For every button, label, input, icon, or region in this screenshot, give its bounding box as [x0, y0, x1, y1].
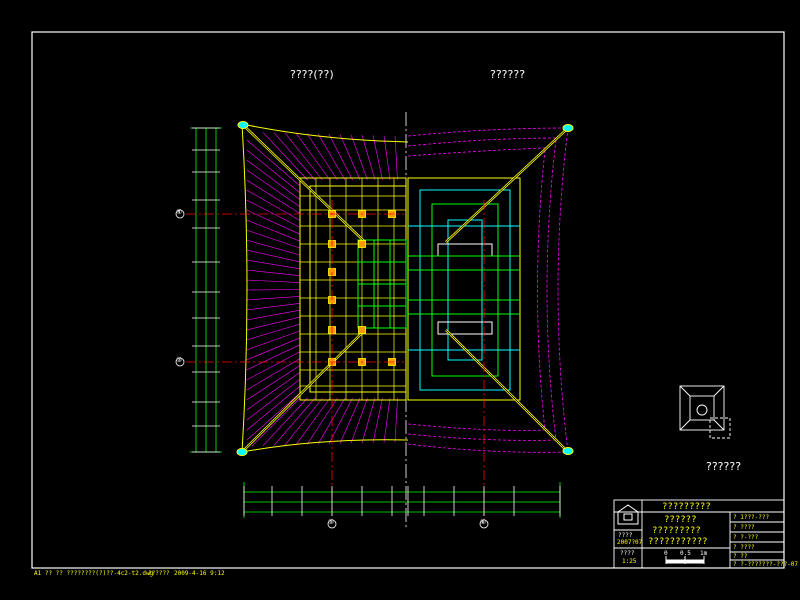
detail-label: ?????? [706, 460, 742, 473]
titleblock-row-4: ? ???? [733, 544, 755, 551]
rafter-line [246, 344, 301, 371]
rafter-line [246, 296, 301, 301]
plan-left-title: ????(??) [290, 68, 334, 81]
rafter-line [372, 397, 383, 443]
rafter-line [246, 337, 301, 361]
rafter-line [361, 397, 376, 444]
rafter-line [339, 397, 361, 444]
scale-tick-half: 0.5 [680, 550, 691, 557]
rafter-line [246, 159, 301, 201]
rafter-line [361, 134, 376, 181]
bottom-dim-ticks [243, 486, 561, 516]
key-plan [679, 385, 731, 439]
rafter-line [246, 249, 301, 263]
rafter-line [246, 351, 301, 381]
left-dimension-chain [190, 127, 222, 453]
rafter-line [246, 303, 301, 311]
rafter-line [372, 135, 383, 181]
axis-marker-left-upper: ④ [176, 208, 183, 216]
rafter-line [246, 330, 301, 351]
rafter-line [394, 135, 398, 181]
titleblock-left-bottom-1: ???? [620, 550, 635, 557]
rafter-line [246, 259, 301, 270]
status-bar-middle: ?????? [148, 570, 170, 577]
rafter-line [246, 323, 301, 341]
rafter-line [339, 134, 361, 181]
titleblock-project-line-2: ????????? [652, 526, 701, 536]
rafter-line [246, 229, 301, 249]
title-block-logo [617, 504, 639, 525]
rafter-line [306, 397, 338, 445]
rafter-line [246, 179, 301, 214]
status-bar-right: 2009-4-16 9:12 [174, 570, 225, 577]
structure-right [407, 177, 521, 401]
titleblock-row-6: ? ?-???????-???-07 [733, 561, 799, 568]
rafter-line [246, 279, 301, 283]
rafter-line [246, 239, 301, 256]
scale-tick-0: 0 [664, 550, 668, 557]
rafter-line [273, 397, 316, 446]
titleblock-left-top-2: 2007?07 [617, 539, 643, 546]
titleblock-project-line-3: ??????????? [648, 537, 708, 547]
titleblock-project-line-1: ?????? [664, 515, 697, 525]
titleblock-left-top-1: ???? [618, 532, 633, 539]
column-marker [358, 240, 366, 248]
rafter-line [383, 135, 391, 181]
axis-marker-bottom-left: ⑤ [328, 518, 335, 526]
titleblock-header: ????????? [662, 502, 711, 512]
rafter-line [394, 397, 398, 443]
plan-right-title: ?????? [490, 68, 526, 81]
rafter-line [246, 392, 301, 441]
titleblock-row-1: ? 1???-??? [733, 514, 770, 521]
rafter-line [383, 397, 391, 443]
axis-marker-left-lower: ③ [176, 356, 183, 364]
titleblock-row-3: ? ?-??? [733, 534, 759, 541]
rafter-line [245, 289, 301, 291]
column-marker [358, 326, 366, 334]
rafter-line [246, 269, 301, 276]
rafter-line [350, 397, 368, 444]
rafter-line [246, 365, 301, 401]
rafter-lines-left [245, 131, 398, 447]
rafter-line [246, 309, 301, 321]
rafter-line [284, 132, 323, 181]
titleblock-row-2: ? ???? [733, 524, 755, 531]
green-grid-center [357, 239, 407, 329]
titleblock-row-5: ? ?? [733, 553, 748, 560]
status-bar-left: A1 ?? ?? ????????(?)??-4c2-t2.dwg [34, 570, 154, 577]
rafter-line [246, 169, 301, 207]
scale-tick-1m: 1m [700, 550, 708, 557]
titleblock-left-bottom-2: 1:25 [622, 558, 637, 565]
rafter-line [246, 385, 301, 431]
axis-marker-bottom-right: ⑥ [480, 518, 487, 526]
rafter-line [246, 189, 301, 221]
rafter-line [350, 134, 368, 181]
graphic-scale [665, 556, 705, 564]
roof-plan [186, 112, 574, 530]
rafter-line [246, 372, 301, 411]
rafter-line [306, 133, 338, 181]
rafter-line [246, 316, 301, 331]
rafter-line [251, 397, 301, 447]
bottom-dimension-chain [243, 482, 561, 518]
